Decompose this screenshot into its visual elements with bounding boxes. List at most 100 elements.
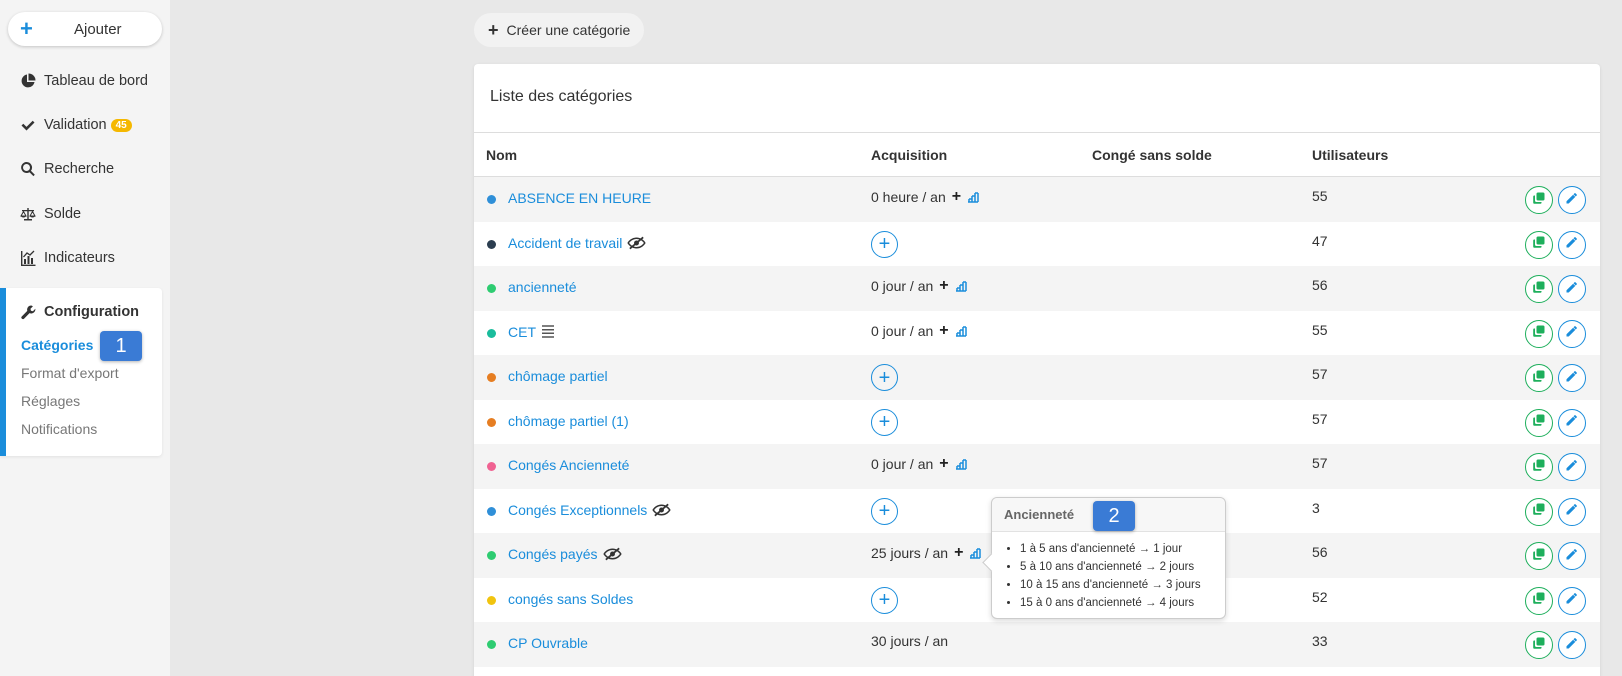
category-name-link[interactable]: CET [508,324,555,340]
pie-chart-icon [21,73,36,88]
plus-icon: + [939,321,949,339]
edit-button[interactable] [1558,319,1586,348]
category-color-dot [487,284,496,293]
stairs-icon [968,192,979,203]
pencil-icon [1565,369,1579,388]
seniority-icon[interactable] [955,458,967,470]
duplicate-button[interactable] [1525,319,1553,348]
users-count: 52 [1312,588,1328,605]
config-item-categories[interactable]: Catégories [21,337,93,353]
edit-button[interactable] [1558,186,1586,214]
users-count: 57 [1312,410,1328,427]
category-color-dot [487,551,496,560]
plus-icon: + [20,16,33,41]
copy-icon [1532,191,1546,210]
category-name-link[interactable]: ancienneté [508,279,577,295]
category-name-link[interactable]: Congés payés [508,546,622,562]
add-button[interactable]: + Ajouter [8,12,162,46]
configuration-title[interactable]: Configuration [21,304,139,320]
pencil-icon [1565,324,1579,343]
users-count: 56 [1312,544,1328,560]
category-color-dot [487,640,496,649]
nav-item-label: Solde [44,206,82,222]
duplicate-button[interactable] [1525,408,1553,437]
category-name-link[interactable]: CP Ouvrable [508,635,588,651]
duplicate-button[interactable] [1525,586,1553,615]
edit-button[interactable] [1558,542,1586,570]
plus-icon: + [954,544,964,561]
add-acquisition-button[interactable]: + [871,230,898,258]
duplicate-button[interactable] [1525,631,1553,659]
create-category-label: Créer une catégorie [506,22,631,38]
acquisition-value: 0 jour / an + [871,455,967,473]
duplicate-button[interactable] [1525,230,1553,259]
balance-scale-icon [20,208,36,221]
edit-button[interactable] [1558,497,1586,526]
plus-icon: + [939,277,949,294]
duplicate-button[interactable] [1525,186,1553,214]
nav-item-search[interactable]: Recherche [20,157,114,181]
category-name-link[interactable]: ABSENCE EN HEURE [508,190,651,206]
category-color-dot [487,417,496,427]
nav-item-label: Recherche [44,161,115,177]
tooltip-item: 10 à 15 ans d'ancienneté → 3 jours [1020,576,1225,594]
add-acquisition-button[interactable]: + [871,364,898,391]
step-marker-1: 1 [100,331,142,361]
seniority-icon[interactable] [967,191,979,203]
table-row: chômage partiel (1) +57 [474,400,1600,445]
add-acquisition-button[interactable]: + [871,586,898,614]
edit-button[interactable] [1558,631,1586,659]
config-item-settings[interactable]: Réglages [21,393,80,409]
seniority-icon[interactable] [969,547,982,559]
panel-title: Liste des catégories [490,88,633,105]
stairs-icon [955,459,967,470]
acquisition-value: 0 jour / an + [871,277,967,295]
copy-icon [1532,280,1546,299]
config-item-export-format[interactable]: Format d'export [21,365,119,381]
copy-icon [1532,413,1546,432]
users-count: 3 [1312,499,1320,516]
add-acquisition-button[interactable]: + [871,497,898,525]
add-acquisition-button[interactable]: + [871,408,898,436]
edit-button[interactable] [1558,586,1586,615]
category-name-link[interactable]: Accident de travail [508,235,647,251]
stairs-icon [970,548,982,559]
table-row: Congés Ancienneté 0 jour / an + 57 [474,444,1600,489]
edit-button[interactable] [1558,364,1586,392]
nav-item-dashboard[interactable]: Tableau de bord [20,69,148,93]
edit-button[interactable] [1558,230,1586,259]
nav-item-indicators[interactable]: Indicateurs [20,246,115,270]
table-row: CET 0 jour / an + 55 [474,311,1600,356]
nav-item-validation[interactable]: Validation 45 [20,113,132,137]
category-name-link[interactable]: Congés Exceptionnels [508,502,671,518]
category-name-link[interactable]: congés sans Soldes [508,591,633,607]
seniority-icon[interactable] [955,325,967,337]
config-item-notifications[interactable]: Notifications [21,421,97,437]
create-category-button[interactable]: + Créer une catégorie [474,13,645,47]
edit-button[interactable] [1558,275,1586,303]
category-color-dot [487,462,496,471]
pencil-icon [1565,191,1579,210]
seniority-icon[interactable] [955,280,967,292]
acquisition-value: 0 jour / an + [871,322,967,340]
category-name-link[interactable]: chômage partiel [508,368,608,384]
category-name-link[interactable]: Congés Ancienneté [508,457,629,473]
nav-item-balance[interactable]: Solde [20,202,81,226]
edit-button[interactable] [1558,453,1586,481]
pencil-icon [1565,636,1579,655]
duplicate-button[interactable] [1525,364,1553,392]
tooltip-list: 1 à 5 ans d'ancienneté → 1 jour 5 à 10 a… [992,532,1225,612]
duplicate-button[interactable] [1525,275,1553,303]
duplicate-button[interactable] [1525,453,1553,481]
category-color-dot [487,328,496,338]
pencil-icon [1565,502,1579,521]
users-count: 55 [1312,188,1328,204]
check-icon [21,120,35,131]
duplicate-button[interactable] [1525,542,1553,570]
plus-icon: + [951,188,962,205]
duplicate-button[interactable] [1525,497,1553,526]
edit-button[interactable] [1558,408,1586,437]
copy-icon [1532,458,1546,477]
users-count: 55 [1312,321,1328,338]
category-name-link[interactable]: chômage partiel (1) [508,413,629,429]
